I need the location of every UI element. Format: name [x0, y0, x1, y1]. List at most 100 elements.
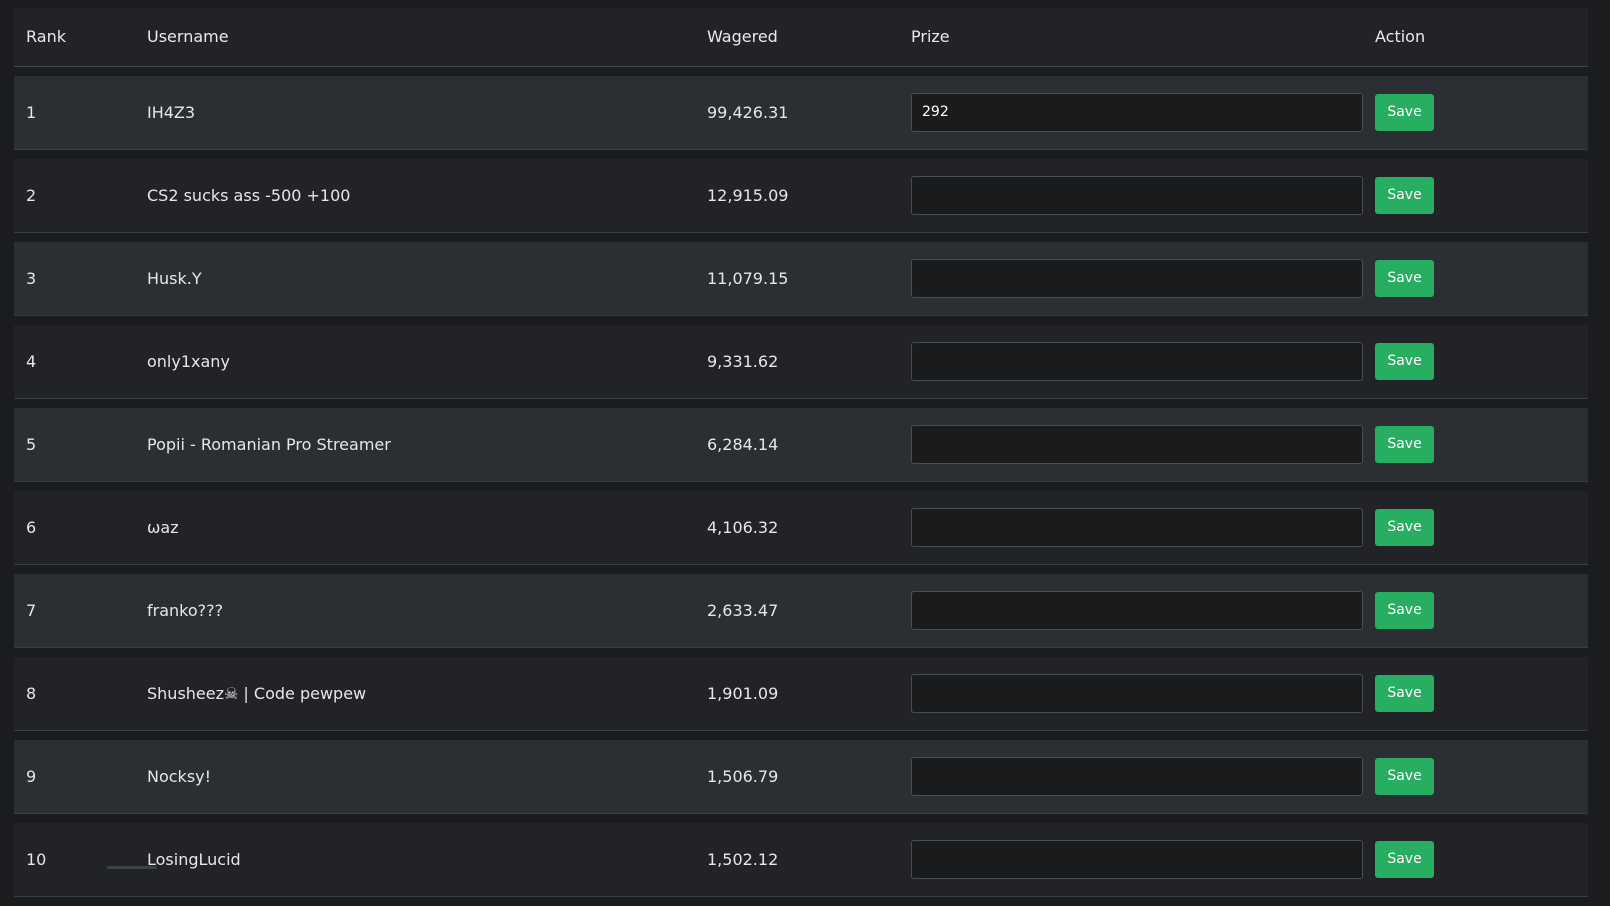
save-button[interactable]: Save [1375, 425, 1434, 463]
prize-cell [911, 76, 1375, 149]
wagered-cell: 2,633.47 [707, 600, 779, 620]
table-row: 2 CS2 sucks ass -500 +100 12,915.09 Save [14, 159, 1588, 232]
save-button[interactable]: Save [1375, 342, 1434, 380]
wagered-cell: 4,106.32 [707, 517, 779, 537]
save-button[interactable]: Save [1375, 840, 1434, 878]
wagered-cell: 9,331.62 [707, 351, 779, 371]
prize-cell [911, 740, 1375, 813]
action-cell: Save [1375, 159, 1588, 232]
rank-cell: 10 [26, 849, 47, 869]
wagered-cell: 11,079.15 [707, 268, 789, 288]
column-header-username[interactable]: Username [147, 8, 707, 66]
username-cell: Nocksy! [147, 766, 212, 786]
row-spacer [14, 398, 1588, 408]
table-row: 10 LosingLucid 1,502.12 Save [14, 823, 1588, 896]
save-button[interactable]: Save [1375, 508, 1434, 546]
prize-cell [911, 823, 1375, 896]
action-cell: Save [1375, 408, 1588, 481]
rank-cell: 6 [26, 517, 37, 537]
prize-cell [911, 325, 1375, 398]
prize-input[interactable] [911, 507, 1363, 547]
prize-cell [911, 657, 1375, 730]
table-row: 3 Husk.Y 11,079.15 Save [14, 242, 1588, 315]
username-cell: LosingLucid [147, 849, 241, 869]
table-row: 4 only1xany 9,331.62 Save [14, 325, 1588, 398]
action-cell: Save [1375, 242, 1588, 315]
prize-input[interactable] [911, 341, 1363, 381]
wagered-cell: 12,915.09 [707, 185, 789, 205]
action-cell: Save [1375, 574, 1588, 647]
username-cell: Popii - Romanian Pro Streamer [147, 434, 391, 454]
action-cell: Save [1375, 657, 1588, 730]
header-spacer [14, 66, 1588, 76]
rank-cell: 7 [26, 600, 37, 620]
rank-cell: 2 [26, 185, 37, 205]
save-button[interactable]: Save [1375, 591, 1434, 629]
rank-cell: 3 [26, 268, 37, 288]
prize-input[interactable] [911, 175, 1363, 215]
save-button[interactable]: Save [1375, 757, 1434, 795]
row-spacer [14, 647, 1588, 657]
row-spacer [14, 481, 1588, 491]
action-cell: Save [1375, 76, 1588, 149]
leaderboard-panel: Rank Username Wagered Prize Action 1 IH4Z… [14, 6, 1588, 906]
table-row: 5 Popii - Romanian Pro Streamer 6,284.14 Sa… [14, 408, 1588, 481]
username-cell: CS2 sucks ass -500 +100 [147, 185, 351, 205]
table-body: 1 IH4Z3 99,426.31 Save 2 CS2 sucks ass -500 +… [14, 66, 1588, 906]
rank-cell: 8 [26, 683, 37, 703]
prize-cell [911, 408, 1375, 481]
prize-input[interactable] [911, 756, 1363, 796]
action-cell: Save [1375, 823, 1588, 896]
table-row: 1 IH4Z3 99,426.31 Save [14, 76, 1588, 149]
prize-input[interactable] [911, 839, 1363, 879]
rank-cell: 4 [26, 351, 37, 371]
username-cell: Shusheez☠ | Code pewpew [147, 683, 367, 703]
save-button[interactable]: Save [1375, 93, 1434, 131]
username-cell: ωaz [147, 517, 179, 537]
row-spacer [14, 813, 1588, 823]
prize-cell [911, 574, 1375, 647]
column-header-rank[interactable]: Rank [14, 8, 147, 66]
row-spacer [14, 232, 1588, 242]
prize-input[interactable] [911, 424, 1363, 464]
prize-input[interactable] [911, 92, 1363, 132]
username-cell: only1xany [147, 351, 230, 371]
prize-input[interactable] [911, 590, 1363, 630]
username-cell: Husk.Y [147, 268, 202, 288]
table-row: 9 Nocksy! 1,506.79 Save [14, 740, 1588, 813]
username-cell: IH4Z3 [147, 102, 196, 122]
table-header: Rank Username Wagered Prize Action [14, 8, 1588, 66]
save-button[interactable]: Save [1375, 176, 1434, 214]
wagered-cell: 6,284.14 [707, 434, 779, 454]
row-spacer [14, 730, 1588, 740]
wagered-cell: 1,506.79 [707, 766, 779, 786]
column-header-action: Action [1375, 27, 1426, 47]
table-row: 8 Shusheez☠ | Code pewpew 1,901.09 Save [14, 657, 1588, 730]
wagered-cell: 1,502.12 [707, 849, 779, 869]
rank-cell: 1 [26, 102, 37, 122]
save-button[interactable]: Save [1375, 674, 1434, 712]
column-header-prize[interactable]: Prize [911, 8, 1375, 66]
header-row: Rank Username Wagered Prize Action [14, 8, 1588, 66]
prize-cell [911, 242, 1375, 315]
action-cell: Save [1375, 325, 1588, 398]
row-spacer [14, 315, 1588, 325]
table-row: 7 franko??? 2,633.47 Save [14, 574, 1588, 647]
prize-input[interactable] [911, 673, 1363, 713]
row-spacer [14, 149, 1588, 159]
rank-cell: 5 [26, 434, 37, 454]
row-spacer [14, 896, 1588, 906]
rank-cell: 9 [26, 766, 37, 786]
column-header-wagered[interactable]: Wagered [707, 8, 911, 66]
username-cell: franko??? [147, 600, 224, 620]
save-button[interactable]: Save [1375, 259, 1434, 297]
prize-cell [911, 159, 1375, 232]
prize-input[interactable] [911, 258, 1363, 298]
leaderboard-table: Rank Username Wagered Prize Action 1 IH4Z… [14, 8, 1588, 906]
action-cell: Save [1375, 740, 1588, 813]
table-row: 6 ωaz 4,106.32 Save [14, 491, 1588, 564]
prize-cell [911, 491, 1375, 564]
row-spacer [14, 564, 1588, 574]
wagered-cell: 1,901.09 [707, 683, 779, 703]
wagered-cell: 99,426.31 [707, 102, 789, 122]
